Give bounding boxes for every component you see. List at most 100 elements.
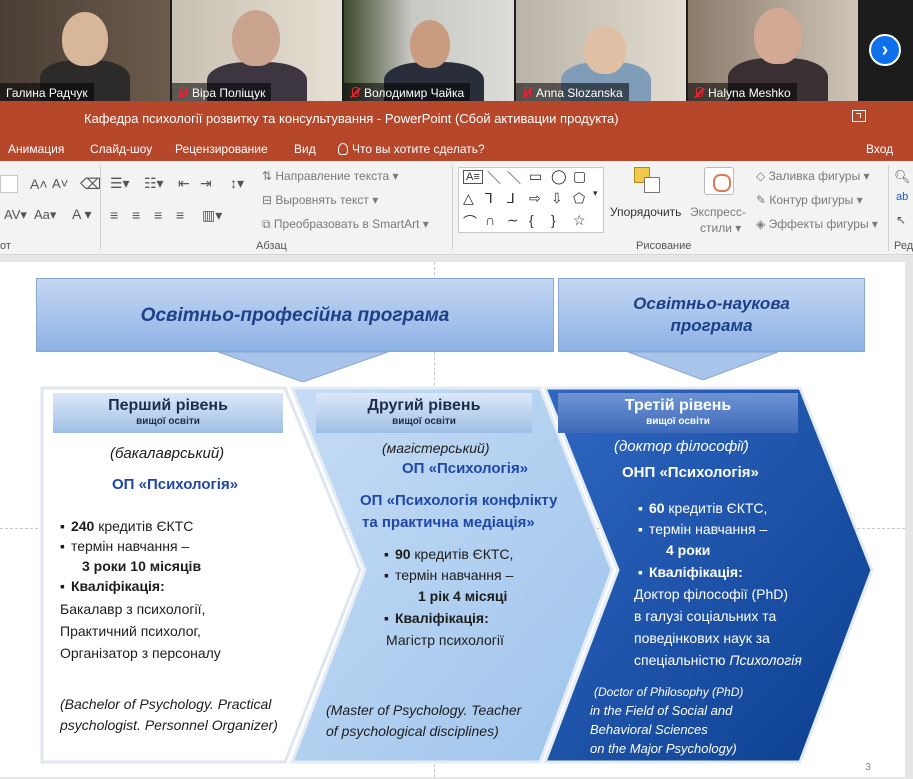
select-icon[interactable]: ↖ xyxy=(896,213,906,227)
shape-outline-button[interactable]: ✎ Контур фигуры ▾ xyxy=(756,193,863,207)
tab-animations[interactable]: Анимация xyxy=(8,142,64,156)
smartart-label: Преобразовать в SmartArt xyxy=(273,217,420,231)
align-left-icon[interactable]: ≡ xyxy=(110,207,118,223)
quick-styles-button[interactable]: Экспресс- xyxy=(690,205,746,219)
level-one-qualification-2: Практичний психолог, xyxy=(60,623,201,639)
level-three-english-3: Behavioral Sciences xyxy=(590,722,708,737)
right-brace-shape-icon[interactable]: } xyxy=(551,212,556,228)
level-three-term: термін навчання – xyxy=(638,521,767,537)
columns-icon[interactable]: ▥▾ xyxy=(202,207,222,224)
rectangle-shape-icon[interactable]: ▭ xyxy=(529,168,542,185)
bullets-icon[interactable]: ☰▾ xyxy=(110,175,130,192)
arrange-icon[interactable] xyxy=(632,165,664,195)
tell-me-search[interactable]: Что вы хотите сделать? xyxy=(338,142,485,156)
line-shape-icon[interactable]: ＼ xyxy=(487,168,501,188)
tab-slideshow[interactable]: Слайд-шоу xyxy=(90,142,152,156)
increase-font-icon[interactable]: A˄ xyxy=(30,176,48,192)
tab-review[interactable]: Рецензирование xyxy=(175,142,268,156)
increase-indent-icon[interactable]: ⇥ xyxy=(200,175,212,192)
replace-icon[interactable]: ab xyxy=(896,191,908,203)
triangle-shape-icon[interactable]: △ xyxy=(463,190,474,207)
participant-name: Anna Slozanska xyxy=(516,83,629,101)
oval-shape-icon[interactable]: ◯ xyxy=(551,168,567,185)
level-three-header: Третій рівень вищої освіти xyxy=(558,393,798,433)
slide-canvas[interactable]: Освітньо-професійна програма Освітньо-на… xyxy=(0,262,905,777)
change-case-icon[interactable]: Aa▾ xyxy=(34,207,56,223)
shape-effects-button[interactable]: ◈ Эффекты фигуры ▾ xyxy=(756,217,878,231)
participant-name: Галина Радчук xyxy=(0,83,94,101)
quick-styles-button-line2[interactable]: стили ▾ xyxy=(700,221,741,235)
justify-icon[interactable]: ≡ xyxy=(176,207,184,223)
align-text-label: Выровнять текст xyxy=(275,193,369,207)
participant-name-text: Віра Поліщук xyxy=(192,86,266,100)
level-three-qualification-4: спеціальністю Психологія xyxy=(634,652,802,668)
elbow-connector-icon[interactable]: ⅃ xyxy=(507,190,515,207)
window-title: Кафедра психології розвитку та консульту… xyxy=(84,111,619,126)
level-three-title: Третій рівень xyxy=(624,397,732,414)
mic-muted-icon xyxy=(350,87,360,99)
level-two-english-2: of psychological disciplines) xyxy=(326,723,499,739)
arrange-button[interactable]: Упорядочить xyxy=(610,205,681,219)
line-spacing-icon[interactable]: ↕▾ xyxy=(230,175,244,192)
text-direction-button[interactable]: ⇅ Направление текста ▾ xyxy=(262,169,399,183)
ribbon-separator xyxy=(452,165,453,251)
down-arrow-shape-icon[interactable]: ⇩ xyxy=(551,190,563,207)
font-color-icon[interactable]: A ▾ xyxy=(72,206,91,223)
level-three-program: ОНП «Психологія» xyxy=(622,464,759,481)
curve-shape-icon[interactable]: ∩ xyxy=(485,212,495,228)
align-right-icon[interactable]: ≡ xyxy=(154,207,162,223)
participant-tile[interactable]: Віра Поліщук xyxy=(172,0,342,101)
header-scientific-line2: програма xyxy=(670,316,753,335)
level-three-english-2: in the Field of Social and xyxy=(590,703,733,718)
char-spacing-icon[interactable]: AV▾ xyxy=(4,207,27,223)
level-one-credits: 240 кредитів ЄКТС xyxy=(60,518,193,534)
level-three-credits-text: кредитів ЄКТС, xyxy=(664,500,768,516)
elbow-connector-icon[interactable]: ⅂ xyxy=(485,190,493,207)
curve-shape-icon[interactable]: ∼ xyxy=(507,212,519,229)
level-one-program: ОП «Психологія» xyxy=(112,476,239,493)
participant-tile[interactable]: Володимир Чайка xyxy=(344,0,514,101)
text-direction-label: Направление текста xyxy=(275,169,390,183)
participant-tile[interactable]: Halyna Meshko xyxy=(688,0,858,101)
pentagon-shape-icon[interactable]: ⬠ xyxy=(573,190,585,207)
level-two-program-2b: та практична медіація» xyxy=(362,514,535,531)
mic-muted-icon xyxy=(522,87,532,99)
level-two-program-1: ОП «Психологія» xyxy=(402,460,529,477)
arc-shape-icon[interactable]: ⌒ xyxy=(463,212,477,232)
tab-view[interactable]: Вид xyxy=(294,142,316,156)
level-three-term-value: 4 роки xyxy=(666,542,711,558)
right-arrow-shape-icon[interactable]: ⇨ xyxy=(529,190,541,207)
drawing-group-label: Рисование xyxy=(636,240,692,252)
shapes-gallery[interactable]: A≡ ＼ ＼ ▭ ◯ ▢ △ ⅂ ⅃ ⇨ ⇩ ⬠ ⌒ ∩ ∼ { } ☆ ▾ xyxy=(458,167,604,233)
decrease-font-icon[interactable]: A˅ xyxy=(52,176,68,191)
header-professional-program: Освітньо-професійна програма xyxy=(36,278,554,352)
font-size-box[interactable] xyxy=(0,175,18,193)
line-shape-icon[interactable]: ＼ xyxy=(507,168,521,188)
numbering-icon[interactable]: ☷▾ xyxy=(144,175,164,192)
level-two-degree: (магістерський) xyxy=(382,440,490,456)
text-box-icon[interactable]: A≡ xyxy=(463,170,483,184)
clear-format-icon[interactable]: ⌫ xyxy=(80,175,101,193)
decrease-indent-icon[interactable]: ⇤ xyxy=(178,175,190,192)
find-icon[interactable]: 🔍︎ xyxy=(894,169,911,185)
sign-in-link[interactable]: Вход xyxy=(866,142,893,156)
participant-tile[interactable]: Галина Радчук xyxy=(0,0,170,101)
gallery-more-icon[interactable]: ▾ xyxy=(593,188,598,199)
star-shape-icon[interactable]: ☆ xyxy=(573,212,586,229)
convert-smartart-button[interactable]: ⧉ Преобразовать в SmartArt ▾ xyxy=(262,217,429,232)
chevron-right-icon[interactable]: › xyxy=(869,34,901,66)
participant-tile[interactable]: Anna Slozanska xyxy=(516,0,686,101)
rounded-rect-shape-icon[interactable]: ▢ xyxy=(573,168,586,185)
left-brace-shape-icon[interactable]: { xyxy=(529,212,534,228)
restore-window-icon[interactable] xyxy=(852,110,866,122)
level-three-specialty-name: Психологія xyxy=(729,652,802,668)
quick-styles-icon[interactable] xyxy=(704,167,734,195)
participant-name: Віра Поліщук xyxy=(172,83,272,101)
level-one-header: Перший рівень вищої освіти xyxy=(53,393,283,433)
align-text-button[interactable]: ⊟ Выровнять текст ▾ xyxy=(262,193,378,207)
align-center-icon[interactable]: ≡ xyxy=(132,207,140,223)
shape-fill-button[interactable]: ◇ Заливка фигуры ▾ xyxy=(756,169,870,183)
level-one-english-2: psychologist. Personnel Organizer) xyxy=(60,717,278,733)
slide-editing-area: Освітньо-професійна програма Освітньо-на… xyxy=(0,256,913,779)
level-two-english-1: (Master of Psychology. Teacher xyxy=(326,702,522,718)
